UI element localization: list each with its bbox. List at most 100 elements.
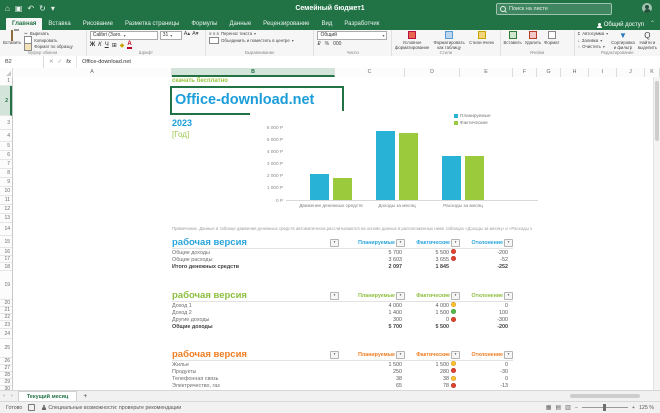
row-header-18[interactable]: 18 [0, 263, 12, 271]
row-header-17[interactable]: 17 [0, 256, 12, 263]
ribbon-tab-4[interactable]: Формулы [185, 18, 223, 31]
actual-cell[interactable]: 3 655 [402, 257, 450, 264]
deviation-cell[interactable]: -200 [459, 324, 508, 331]
row-label-cell[interactable]: Общие доходы [172, 250, 342, 257]
wrap-text-button[interactable]: Перенос текста [221, 31, 252, 36]
accessibility-status[interactable]: Специальные возможности: проверьте реком… [41, 405, 181, 411]
format-painter-button[interactable]: Формат по образцу [24, 42, 73, 51]
filter-button[interactable]: ▾ [330, 292, 339, 300]
actual-cell[interactable]: 5 500 [402, 250, 450, 257]
deviation-cell[interactable]: 0 [459, 362, 508, 369]
column-header-D[interactable]: D [405, 68, 460, 77]
column-header-H[interactable]: H [561, 68, 589, 77]
row-header-23[interactable]: 23 [0, 321, 12, 329]
period-cell[interactable]: [Год] [172, 130, 189, 139]
column-header-J[interactable]: J [617, 68, 645, 77]
sheet-nav-left-icon[interactable]: ‹ [0, 393, 8, 399]
font-color-icon[interactable]: А [127, 41, 132, 49]
column-header-E[interactable]: E [460, 68, 513, 77]
row-header-6[interactable]: 6 [0, 151, 12, 160]
deviation-cell[interactable]: 0 [459, 303, 508, 310]
filter-button[interactable]: ▾ [504, 239, 513, 247]
row-header-22[interactable]: 22 [0, 314, 12, 321]
table-title[interactable]: рабочая версия [172, 349, 247, 360]
row-header-10[interactable]: 10 [0, 187, 12, 196]
autosum-button[interactable]: Σ Автосумма ▾ [578, 31, 609, 37]
row-header-12[interactable]: 12 [0, 205, 12, 214]
planned-cell[interactable]: 2 097 [342, 264, 403, 271]
align-icons[interactable]: ≡ ≡ ≡ [209, 31, 219, 36]
ribbon-tab-3[interactable]: Разметка страницы [119, 18, 185, 31]
row-label-cell[interactable]: Продукты [172, 369, 342, 376]
find-select-button[interactable]: Q Найти и выделить [638, 31, 657, 50]
insert-function-icon[interactable]: fx [66, 59, 71, 65]
actual-cell[interactable]: 38 [402, 376, 449, 383]
column-header-F[interactable]: F [513, 68, 537, 77]
row-header-28[interactable]: 28 [0, 372, 12, 379]
actual-cell[interactable]: 1 500 [402, 362, 450, 369]
row-header-13[interactable]: 13 [0, 214, 12, 223]
grow-font-button[interactable]: А▴ [184, 31, 190, 40]
filter-button[interactable]: ▾ [451, 292, 460, 300]
row-header-16[interactable]: 16 [0, 248, 12, 256]
actual-cell[interactable]: 0 [402, 317, 449, 324]
paste-button[interactable]: Вставить [3, 30, 21, 46]
table-title[interactable]: рабочая версия [172, 290, 247, 301]
table-title[interactable]: рабочая версия [172, 237, 247, 248]
planned-cell[interactable]: 3 603 [342, 257, 403, 264]
zoom-slider-thumb[interactable] [602, 404, 606, 411]
ribbon-tab-2[interactable]: Рисование [77, 18, 119, 31]
row-label-cell[interactable]: Доход 1 [172, 303, 342, 310]
conditional-formatting-button[interactable]: Условное форматирование [395, 31, 429, 50]
format-cells-button[interactable]: Формат [544, 31, 559, 46]
share-button[interactable]: Общий доступ [596, 22, 644, 28]
currency-icon[interactable]: ₽ [317, 41, 320, 47]
planned-cell[interactable]: 5 700 [342, 250, 403, 257]
sheet-tab-active[interactable]: Текущий месяц [17, 390, 78, 402]
planned-cell[interactable]: 250 [342, 369, 402, 376]
planned-cell[interactable]: 1 500 [342, 362, 403, 369]
row-label-cell[interactable]: Электричество, газ [172, 383, 342, 390]
ribbon-tab-5[interactable]: Данные [223, 18, 257, 31]
row-label-cell[interactable]: Доход 2 [172, 310, 342, 317]
row-header-26[interactable]: 26 [0, 358, 12, 365]
column-header-G[interactable]: G [537, 68, 561, 77]
italic-button[interactable]: К [98, 42, 102, 48]
column-header-B[interactable]: B [172, 68, 335, 77]
shrink-font-button[interactable]: А▾ [192, 31, 198, 40]
row-header-7[interactable]: 7 [0, 160, 12, 169]
search-input[interactable]: Поиск на листе [496, 3, 612, 15]
format-as-table-button[interactable]: Форматировать как таблицу [432, 31, 466, 50]
row-header-14[interactable]: 14 [0, 223, 12, 236]
zoom-in-icon[interactable]: + [632, 405, 635, 411]
vertical-scrollbar[interactable] [653, 77, 660, 390]
page-layout-view-icon[interactable]: ▤ [555, 404, 561, 412]
zoom-level[interactable]: 125 % [639, 405, 654, 411]
cancel-icon[interactable]: ✕ [49, 59, 54, 65]
column-header-A[interactable]: A [13, 68, 172, 77]
row-header-19[interactable]: 19 [0, 271, 12, 300]
filter-button[interactable]: ▾ [330, 351, 339, 359]
filter-button[interactable]: ▾ [396, 351, 405, 359]
filter-button[interactable]: ▾ [396, 239, 405, 247]
profile-avatar[interactable] [642, 3, 652, 13]
merge-center-button[interactable]: Объединить и поместить в центре [221, 38, 290, 43]
font-size-select[interactable]: 31 ▾ [159, 31, 182, 40]
ribbon-tab-6[interactable]: Рецензирование [257, 18, 315, 31]
row-label-cell[interactable]: Общие доходы [172, 324, 342, 331]
ribbon-tab-1[interactable]: Вставка [42, 18, 76, 31]
row-header-1[interactable]: 1 [0, 77, 12, 86]
row-header-3[interactable]: 3 [0, 116, 12, 130]
name-box[interactable]: B2 [0, 56, 44, 68]
deviation-cell[interactable]: -52 [459, 257, 508, 264]
deviation-cell[interactable]: -13 [459, 383, 508, 390]
deviation-cell[interactable]: -252 [459, 264, 508, 271]
planned-cell[interactable]: 38 [342, 376, 402, 383]
percent-icon[interactable]: % [325, 41, 329, 47]
planned-cell[interactable]: 4 000 [342, 303, 403, 310]
promo-text-cell[interactable]: скачать бесплатно [172, 78, 228, 85]
row-label-cell[interactable]: Другие доходы [172, 317, 342, 324]
planned-cell[interactable]: 65 [342, 383, 402, 390]
year-cell[interactable]: 2023 [172, 118, 192, 128]
deviation-cell[interactable]: -300 [459, 317, 508, 324]
